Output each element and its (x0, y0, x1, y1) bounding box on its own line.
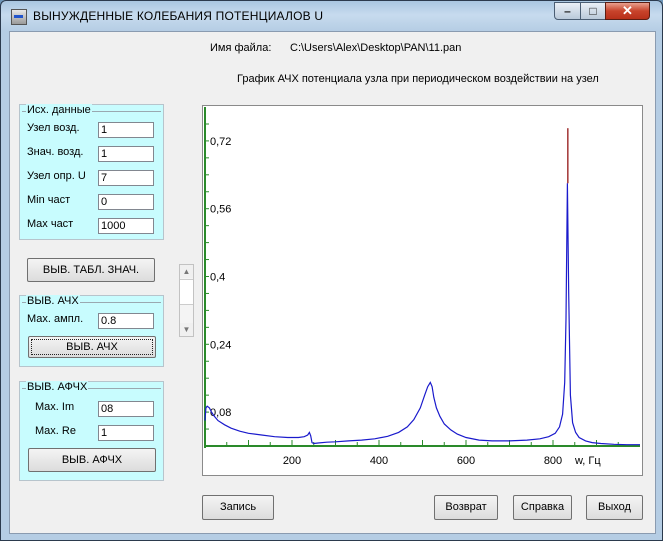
max-im-label: Max. Im (35, 401, 75, 413)
x-tick-label: 800 (544, 455, 562, 467)
node-field[interactable]: 1 (98, 122, 154, 138)
graph-title: График АЧХ потенциала узла при периодиче… (237, 73, 599, 85)
scroll-thumb[interactable] (180, 279, 193, 305)
node-u-label: Узел опр. U (27, 170, 86, 182)
x-tick-label: 400 (370, 455, 388, 467)
scroll-down-arrow-icon[interactable]: ▼ (180, 323, 193, 336)
exit-button[interactable]: Выход (586, 495, 643, 520)
apfc-group: ВЫВ. АФЧХ Max. Im 08 Max. Re 1 ВЫВ. АФЧХ (19, 381, 164, 481)
x-tick-label: 600 (457, 455, 475, 467)
file-label: Имя файла: (210, 42, 272, 54)
window-title: ВЫНУЖДЕННЫЕ КОЛЕБАНИЯ ПОТЕНЦИАЛОВ U (33, 9, 324, 23)
afc-group: ВЫВ. АЧХ Мах. ампл. 0.8 ВЫВ. АЧХ (19, 295, 164, 367)
app-icon (11, 9, 27, 25)
show-afc-label: ВЫВ. АЧХ (31, 339, 153, 355)
afc-chart: 200 400 600 800 w, Гц 0,08 0,24 0,4 0,56 0,72 (204, 107, 640, 467)
vertical-scrollbar[interactable]: ▲ ▼ (179, 264, 194, 337)
show-apfc-button[interactable]: ВЫВ. АФЧХ (28, 448, 156, 472)
input-data-group: Исх. данные Узел возд. 1 Знач. возд. 1 У… (19, 104, 164, 240)
main-window: ВЫНУЖДЕННЫЕ КОЛЕБАНИЯ ПОТЕНЦИАЛОВ U – □ … (0, 0, 663, 541)
exit-label: Выход (598, 501, 631, 513)
scroll-up-arrow-icon[interactable]: ▲ (180, 265, 193, 278)
apfc-title: ВЫВ. АФЧХ (26, 381, 89, 393)
minimize-button[interactable]: – (554, 2, 581, 20)
save-label: Запись (219, 501, 257, 513)
client-area: Имя файла: C:\Users\Alex\Desktop\PAN\11.… (9, 31, 656, 534)
input-data-title: Исх. данные (26, 104, 92, 116)
max-amp-field[interactable]: 0.8 (98, 313, 154, 329)
minimize-icon: – (564, 4, 571, 18)
x-axis-label: w, Гц (574, 455, 601, 467)
fmin-label: Min част (27, 194, 71, 206)
afc-curve (204, 183, 640, 446)
show-afc-button[interactable]: ВЫВ. АЧХ (28, 336, 156, 358)
file-path: C:\Users\Alex\Desktop\PAN\11.pan (290, 42, 462, 54)
fmax-label: Max част (27, 218, 74, 230)
value-field[interactable]: 1 (98, 146, 154, 162)
max-im-field[interactable]: 08 (98, 401, 154, 417)
save-button[interactable]: Запись (202, 495, 274, 520)
show-apfc-label: ВЫВ. АФЧХ (61, 454, 123, 466)
afc-title: ВЫВ. АЧХ (26, 295, 80, 307)
node-label: Узел возд. (27, 122, 80, 134)
help-button[interactable]: Справка (513, 495, 572, 520)
fmin-field[interactable]: 0 (98, 194, 154, 210)
y-tick-label: 0,4 (210, 272, 225, 284)
x-tick-label: 200 (283, 455, 301, 467)
max-re-field[interactable]: 1 (98, 425, 154, 441)
value-label: Знач. возд. (27, 146, 84, 158)
y-tick-label: 0,72 (210, 136, 231, 148)
table-values-button[interactable]: ВЫВ. ТАБЛ. ЗНАЧ. (27, 258, 155, 282)
help-label: Справка (520, 501, 565, 513)
maximize-button[interactable]: □ (580, 2, 606, 20)
back-label: Возврат (445, 501, 487, 513)
back-button[interactable]: Возврат (434, 495, 498, 520)
max-amp-label: Мах. ампл. (27, 313, 84, 325)
y-tick-label: 0,56 (210, 204, 231, 216)
afc-plot: 200 400 600 800 w, Гц 0,08 0,24 0,4 0,56 0,72 (202, 105, 643, 476)
fmax-field[interactable]: 1000 (98, 218, 154, 234)
table-values-label: ВЫВ. ТАБЛ. ЗНАЧ. (42, 264, 140, 276)
node-u-field[interactable]: 7 (98, 170, 154, 186)
title-bar[interactable]: ВЫНУЖДЕННЫЕ КОЛЕБАНИЯ ПОТЕНЦИАЛОВ U – □ … (1, 1, 662, 31)
maximize-icon: □ (589, 4, 597, 18)
close-icon: ✕ (622, 3, 633, 18)
y-tick-label: 0,08 (210, 407, 231, 419)
max-re-label: Max. Re (35, 425, 76, 437)
y-tick-label: 0,24 (210, 339, 231, 351)
close-button[interactable]: ✕ (605, 2, 650, 20)
